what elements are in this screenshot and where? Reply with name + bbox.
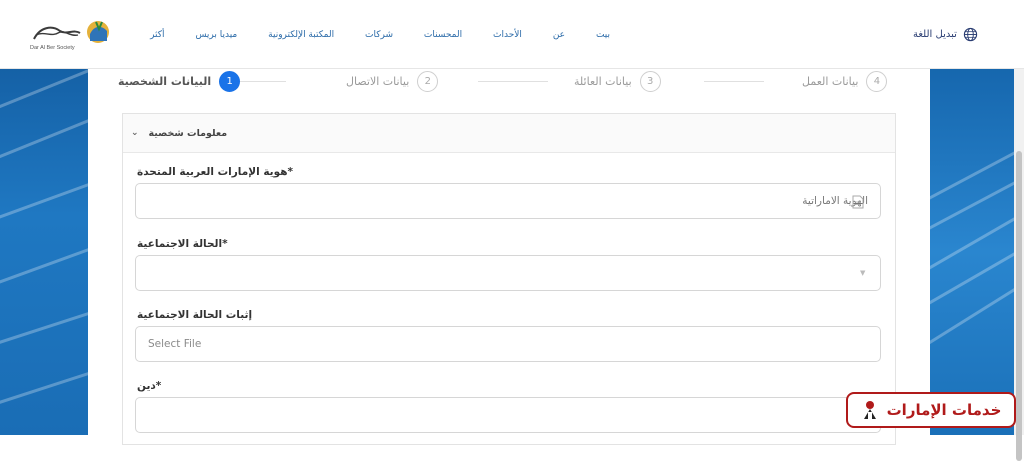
light-streak — [0, 174, 88, 222]
step-work-data[interactable]: 4 بيانات العمل — [802, 71, 888, 92]
registration-form-area: 1 البيانات الشخصية 2 بيانات الاتصال 3 بي… — [88, 69, 930, 445]
nav-e-library[interactable]: المكتبة الإلكترونية — [268, 30, 334, 40]
nav-media-press[interactable]: ميديا بريس — [195, 30, 237, 40]
step-label: بيانات الاتصال — [346, 75, 410, 88]
step-family-data[interactable]: 3 بيانات العائلة — [574, 71, 661, 92]
step-label: البيانات الشخصية — [118, 75, 212, 88]
religion-label: *دين — [137, 380, 162, 392]
step-connector — [704, 81, 764, 82]
personal-info-card: معلومات شخصية ⌄ *هوية الإمارات العربية ا… — [122, 113, 896, 445]
top-header: Dar Al Ber Society أكثر ميديا بريس المكت… — [0, 0, 1024, 69]
marital-status-select[interactable]: ▼ — [135, 255, 881, 291]
light-streak — [0, 69, 88, 112]
nav-companies[interactable]: شركات — [365, 30, 393, 40]
step-number: 3 — [639, 71, 661, 92]
light-streak — [0, 363, 88, 407]
section-title: معلومات شخصية — [148, 127, 228, 139]
emirates-services-icon — [863, 401, 876, 419]
step-number: 4 — [866, 71, 888, 92]
marital-status-label: *الحالة الاجتماعية — [137, 238, 228, 250]
right-decorative-panel — [930, 69, 1014, 435]
chevron-down-icon: ▼ — [860, 269, 866, 277]
step-personal-data[interactable]: 1 البيانات الشخصية — [118, 71, 241, 92]
main-nav: أكثر ميديا بريس المكتبة الإلكترونية شركا… — [150, 27, 610, 43]
nav-donors[interactable]: المحسنات — [424, 30, 462, 40]
step-label: بيانات العائلة — [574, 75, 632, 88]
language-switch-label: تبديل اللغة — [913, 28, 957, 40]
language-switch[interactable]: تبديل اللغة — [913, 24, 978, 44]
nav-more[interactable]: أكثر — [150, 30, 164, 40]
dar-al-ber-logo[interactable]: Dar Al Ber Society — [30, 17, 114, 55]
emirates-id-label: *هوية الإمارات العربية المتحدة — [137, 166, 293, 178]
marital-proof-file-input[interactable]: Select File — [135, 326, 881, 362]
light-streak — [930, 147, 1014, 202]
step-number: 1 — [219, 71, 241, 92]
light-streak — [0, 303, 88, 347]
step-number: 2 — [417, 71, 439, 92]
step-label: بيانات العمل — [802, 75, 859, 88]
nav-home[interactable]: بيت — [596, 30, 610, 40]
section-header[interactable]: معلومات شخصية ⌄ — [123, 114, 895, 153]
logo-text: Dar Al Ber Society — [30, 45, 75, 51]
chevron-down-icon: ⌄ — [131, 128, 139, 138]
watermark-badge: خدمات الإمارات — [846, 392, 1016, 428]
emirates-id-input[interactable]: الهوية الاماراتية — [135, 183, 881, 219]
document-icon — [852, 195, 864, 209]
logo-emblem-icon — [33, 21, 109, 43]
religion-select[interactable] — [135, 397, 881, 433]
light-streak — [0, 239, 88, 287]
left-decorative-panel — [0, 69, 88, 435]
step-connector — [478, 81, 548, 82]
step-contact-data[interactable]: 2 بيانات الاتصال — [346, 71, 439, 92]
nav-about[interactable]: عن — [553, 30, 565, 40]
file-input-placeholder: Select File — [148, 338, 202, 350]
globe-icon — [963, 27, 978, 41]
page-scrollbar[interactable] — [1014, 69, 1024, 461]
scrollbar-thumb[interactable] — [1016, 151, 1022, 461]
marital-proof-label: إثبات الحالة الاجتماعية — [137, 309, 253, 321]
light-streak — [0, 114, 88, 162]
form-stepper: 1 البيانات الشخصية 2 بيانات الاتصال 3 بي… — [118, 69, 898, 97]
nav-events[interactable]: الأحداث — [493, 30, 522, 40]
watermark-text: خدمات الإمارات — [886, 401, 1002, 419]
